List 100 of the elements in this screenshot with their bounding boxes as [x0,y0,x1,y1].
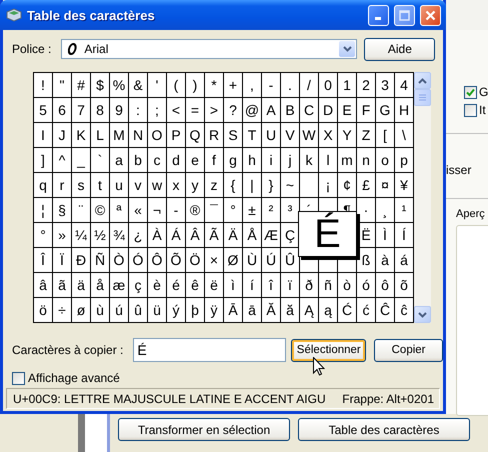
character-cell[interactable]: x [167,173,185,197]
character-cell[interactable]: Å [243,223,261,247]
copy-field[interactable]: É [133,338,286,362]
character-cell[interactable]: ú [110,298,128,322]
character-cell[interactable]: _ [72,148,90,172]
character-cell[interactable]: 9 [110,98,128,122]
character-cell[interactable]: y [186,173,204,197]
character-cell[interactable]: 1 [338,73,356,97]
character-cell[interactable]: I [34,123,52,147]
character-cell[interactable]: « [129,198,147,222]
character-cell[interactable]: O [148,123,166,147]
character-cell[interactable]: Z [357,123,375,147]
character-cell[interactable]: Ö [186,248,204,272]
character-cell[interactable]: , [243,73,261,97]
character-cell[interactable]: P [167,123,185,147]
character-cell[interactable]: \ [395,123,413,147]
character-cell[interactable]: & [129,73,147,97]
character-cell[interactable]: ? [224,98,242,122]
character-cell[interactable]: Â [186,223,204,247]
character-cell[interactable]: ¯ [205,198,223,222]
character-cell[interactable]: : [129,98,147,122]
character-cell[interactable]: c [148,148,166,172]
character-cell[interactable]: ª [110,198,128,222]
character-cell[interactable]: g [224,148,242,172]
character-cell[interactable]: ¹ [395,198,413,222]
action-button[interactable]: Copier [374,338,443,362]
character-cell[interactable]: Ą [300,298,318,322]
character-cell[interactable]: ` [91,148,109,172]
character-cell[interactable]: ì [224,273,242,297]
character-cell[interactable]: ¿ [129,223,147,247]
character-cell[interactable]: ¼ [72,223,90,247]
character-cell[interactable]: . [281,73,299,97]
character-cell[interactable]: ß [357,248,375,272]
character-cell[interactable]: Ø [224,248,242,272]
character-cell[interactable]: Ì [376,223,394,247]
character-cell[interactable]: ÿ [205,298,223,322]
character-cell[interactable]: 0 [319,73,337,97]
character-cell[interactable]: ] [34,148,52,172]
character-cell[interactable]: ¦ [34,198,52,222]
character-cell[interactable]: ê [186,273,204,297]
font-dropdown[interactable]: Arial [61,39,358,59]
character-cell[interactable]: í [243,273,261,297]
character-cell[interactable]: W [300,123,318,147]
character-cell[interactable]: · [357,198,375,222]
character-cell[interactable]: å [91,273,109,297]
character-cell[interactable]: Ä [224,223,242,247]
character-cell[interactable]: z [205,173,223,197]
character-cell[interactable]: ä [72,273,90,297]
character-cell[interactable]: ë [205,273,223,297]
character-cell[interactable]: U [262,123,280,147]
character-cell[interactable]: L [91,123,109,147]
character-cell[interactable]: é [167,273,185,297]
action-button[interactable]: Sélectionner [291,338,366,362]
character-cell[interactable]: Û [281,248,299,272]
character-cell[interactable]: = [186,98,204,122]
character-cell[interactable]: × [205,248,223,272]
character-cell[interactable]: ' [148,73,166,97]
character-cell[interactable]: £ [357,173,375,197]
character-cell[interactable]: ± [243,198,261,222]
character-cell[interactable]: l [319,148,337,172]
character-cell[interactable]: D [319,98,337,122]
character-cell[interactable]: ø [72,298,90,322]
character-cell[interactable]: ( [167,73,185,97]
character-cell[interactable]: $ [91,73,109,97]
character-cell[interactable]: þ [186,298,204,322]
character-cell[interactable]: f [205,148,223,172]
character-cell[interactable]: » [53,223,71,247]
character-cell[interactable]: Á [167,223,185,247]
character-cell[interactable]: ¬ [148,198,166,222]
character-cell[interactable]: Ò [110,248,128,272]
character-cell[interactable]: a [110,148,128,172]
character-cell[interactable]: Ć [338,298,356,322]
character-cell[interactable]: i [262,148,280,172]
character-cell[interactable]: b [129,148,147,172]
character-cell[interactable]: A [262,98,280,122]
character-cell[interactable]: 5 [34,98,52,122]
character-cell[interactable]: | [243,173,261,197]
character-cell[interactable]: û [129,298,147,322]
character-cell[interactable]: Ĉ [376,298,394,322]
character-cell[interactable]: ā [243,298,261,322]
character-cell[interactable]: è [148,273,166,297]
character-cell[interactable]: ° [224,198,242,222]
character-cell[interactable]: ! [34,73,52,97]
character-cell[interactable]: > [205,98,223,122]
character-cell[interactable]: ñ [319,273,337,297]
character-cell[interactable]: S [224,123,242,147]
character-cell[interactable]: ½ [91,223,109,247]
character-cell[interactable]: # [72,73,90,97]
character-cell[interactable]: Í [395,223,413,247]
character-cell[interactable]: Î [34,248,52,272]
character-cell[interactable]: Ă [262,298,280,322]
character-cell[interactable]: Ã [205,223,223,247]
character-cell[interactable]: ¨ [72,198,90,222]
character-cell[interactable]: k [300,148,318,172]
character-cell[interactable]: < [167,98,185,122]
character-cell[interactable]: n [357,148,375,172]
character-cell[interactable]: ² [262,198,280,222]
character-cell[interactable]: à [376,248,394,272]
character-cell[interactable]: ÷ [53,298,71,322]
character-cell[interactable]: E [338,98,356,122]
